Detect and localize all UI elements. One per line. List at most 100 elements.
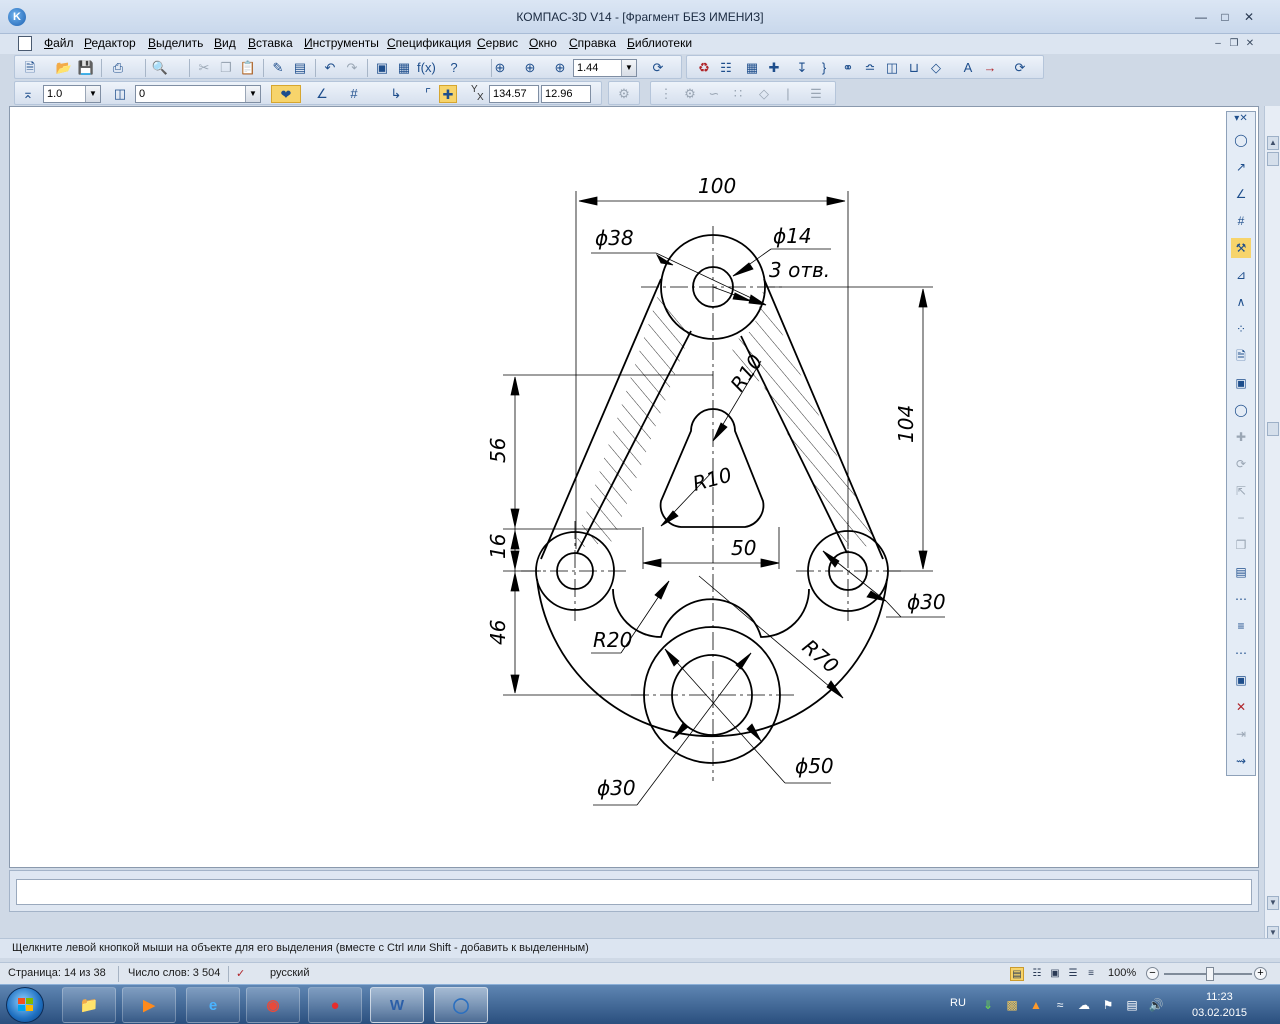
- base-icon[interactable]: ◫: [883, 59, 901, 77]
- symmetry-icon[interactable]: −: [1231, 508, 1251, 528]
- macro-icon[interactable]: ▣: [1231, 670, 1251, 690]
- draft-icon[interactable]: ≡: [1084, 967, 1098, 981]
- break-icon[interactable]: ⋯: [1231, 589, 1251, 609]
- cut-icon[interactable]: ✂: [195, 59, 213, 77]
- scroll-thumb[interactable]: [1267, 152, 1279, 166]
- save-icon[interactable]: 💾: [77, 59, 95, 77]
- menu-select[interactable]: Выделить: [148, 36, 203, 50]
- grid-icon[interactable]: #: [345, 85, 363, 103]
- ortho-icon[interactable]: ∠: [313, 85, 331, 103]
- word-count[interactable]: Число слов: 3 504: [128, 967, 220, 979]
- scroll-bottom-icon[interactable]: ▼: [1267, 896, 1279, 910]
- line-scale-icon[interactable]: ⌅: [19, 85, 37, 103]
- media-player-taskbar-icon[interactable]: ▶: [122, 987, 176, 1023]
- arrow-down-icon[interactable]: ↧: [793, 59, 811, 77]
- web-layout-icon[interactable]: ▣: [1048, 967, 1062, 981]
- clock-time[interactable]: 11:23: [1206, 991, 1233, 1003]
- app-tray-icon[interactable]: ▲: [1028, 997, 1044, 1013]
- paste-icon[interactable]: 📋: [239, 59, 257, 77]
- spec-icon[interactable]: ⁘: [1231, 319, 1251, 339]
- new-file-icon[interactable]: 🗎: [21, 59, 39, 77]
- explorer-taskbar-icon[interactable]: 📁: [62, 987, 116, 1023]
- chevron-down-icon[interactable]: ▼: [621, 60, 636, 76]
- manager-icon[interactable]: ▣: [373, 59, 391, 77]
- menu-specification[interactable]: Спецификация: [387, 36, 471, 50]
- app-red-taskbar-icon[interactable]: ●: [308, 987, 362, 1023]
- symbols-icon[interactable]: ∠: [1231, 184, 1251, 204]
- download-tray-icon[interactable]: ⇓: [980, 997, 996, 1013]
- point-cloud-icon[interactable]: ∷: [729, 85, 747, 103]
- drawing-canvas[interactable]: 100 ϕ38 ϕ14 3 отв. R10 R10 56 16 46 104 …: [9, 106, 1259, 868]
- bracket-icon[interactable]: }: [815, 59, 833, 77]
- layers-icon[interactable]: ☰: [807, 85, 825, 103]
- layer-icon[interactable]: ◫: [111, 85, 129, 103]
- text-a1-icon[interactable]: A: [959, 59, 977, 77]
- document-icon[interactable]: [18, 36, 32, 51]
- zoom-in-plus-icon[interactable]: +: [1254, 967, 1267, 980]
- snap-settings-icon[interactable]: ⚙: [615, 85, 633, 103]
- cloud-tray-icon[interactable]: ☁: [1076, 997, 1092, 1013]
- zoom-in-icon[interactable]: ⊕: [551, 59, 569, 77]
- keyboard-language[interactable]: RU: [950, 997, 966, 1009]
- scroll-top-icon[interactable]: ▲: [1267, 136, 1279, 150]
- line-scale-combo[interactable]: 1.0 ▼: [43, 85, 101, 103]
- doc-minimize-icon[interactable]: –: [1212, 38, 1224, 50]
- zoom-out-icon[interactable]: −: [1146, 967, 1159, 980]
- geometry-icon[interactable]: ◯: [1231, 130, 1251, 150]
- move-icon[interactable]: ✚: [1231, 427, 1251, 447]
- print-layout-icon[interactable]: ▤: [1010, 967, 1024, 981]
- chrome-taskbar-icon[interactable]: ◉: [246, 987, 300, 1023]
- dots-icon[interactable]: ⋮: [657, 85, 675, 103]
- curve-icon[interactable]: ∽: [705, 85, 723, 103]
- undo-icon[interactable]: ↶: [321, 59, 339, 77]
- copy-objects-icon[interactable]: ❐: [1231, 535, 1251, 555]
- flag-tray-icon[interactable]: ⚑: [1100, 997, 1116, 1013]
- fragment-icon[interactable]: ◯: [1231, 400, 1251, 420]
- clock-date[interactable]: 03.02.2015: [1192, 1007, 1247, 1019]
- scale-icon[interactable]: ⇱: [1231, 481, 1251, 501]
- doc-close-icon[interactable]: ✕: [1244, 38, 1256, 50]
- format-brush-icon[interactable]: ✎: [269, 59, 287, 77]
- zoom-all-icon[interactable]: ⊕: [521, 59, 539, 77]
- parametrization-icon[interactable]: ⚒: [1231, 238, 1251, 258]
- properties-icon[interactable]: ▤: [291, 59, 309, 77]
- menu-file[interactable]: Файл: [44, 36, 74, 50]
- menu-window[interactable]: Окно: [529, 36, 557, 50]
- outline-icon[interactable]: ☰: [1066, 967, 1080, 981]
- scroll-marker[interactable]: [1267, 422, 1279, 436]
- leader-arrow-icon[interactable]: →: [981, 59, 999, 77]
- menu-view[interactable]: Вид: [214, 36, 236, 50]
- gear-icon[interactable]: ⚙: [681, 85, 699, 103]
- chevron-down-icon[interactable]: ▼: [245, 86, 260, 102]
- report-icon[interactable]: 🗎: [1231, 346, 1251, 366]
- network-tray-icon[interactable]: ▤: [1124, 997, 1140, 1013]
- outer-scrollbar[interactable]: ▲ ▼ ▼: [1264, 106, 1280, 958]
- chevron-down-icon[interactable]: ▼: [85, 86, 100, 102]
- print-icon[interactable]: ⎙: [109, 59, 127, 77]
- menu-insert[interactable]: Вставка: [248, 36, 293, 50]
- copy-icon[interactable]: ❐: [217, 59, 235, 77]
- menu-tools[interactable]: Инструменты: [304, 36, 379, 50]
- word-taskbar-icon[interactable]: W: [370, 987, 424, 1023]
- read-mode-icon[interactable]: ☷: [1030, 967, 1044, 981]
- close-icon[interactable]: ✕: [1238, 10, 1260, 26]
- kompas-taskbar-icon[interactable]: ◯: [434, 987, 488, 1023]
- circle-arrow-icon[interactable]: ⚭: [839, 59, 857, 77]
- language-indicator[interactable]: русский: [270, 967, 309, 979]
- ie-taskbar-icon[interactable]: e: [186, 987, 240, 1023]
- zoom-level[interactable]: 100%: [1108, 967, 1136, 979]
- round-coords-icon[interactable]: ✚: [439, 85, 457, 103]
- roughness-icon[interactable]: ⊔: [905, 59, 923, 77]
- tolerance-icon[interactable]: ≏: [861, 59, 879, 77]
- help-pointer-icon[interactable]: ?: [445, 59, 463, 77]
- rebuild-icon[interactable]: ⟳: [1011, 59, 1029, 77]
- local-cs-icon[interactable]: ↳: [387, 85, 405, 103]
- rotate-icon[interactable]: ⟳: [1231, 454, 1251, 474]
- zoom-slider-thumb[interactable]: [1206, 967, 1214, 981]
- align-icon[interactable]: ⇥: [1231, 724, 1251, 744]
- grid-snap-icon[interactable]: ▦: [743, 59, 761, 77]
- snap-magnet-icon[interactable]: ❤: [271, 85, 301, 103]
- maximize-icon[interactable]: □: [1214, 10, 1236, 26]
- minimize-icon[interactable]: —: [1190, 10, 1212, 26]
- zoom-combo[interactable]: 1.44 ▼: [573, 59, 637, 77]
